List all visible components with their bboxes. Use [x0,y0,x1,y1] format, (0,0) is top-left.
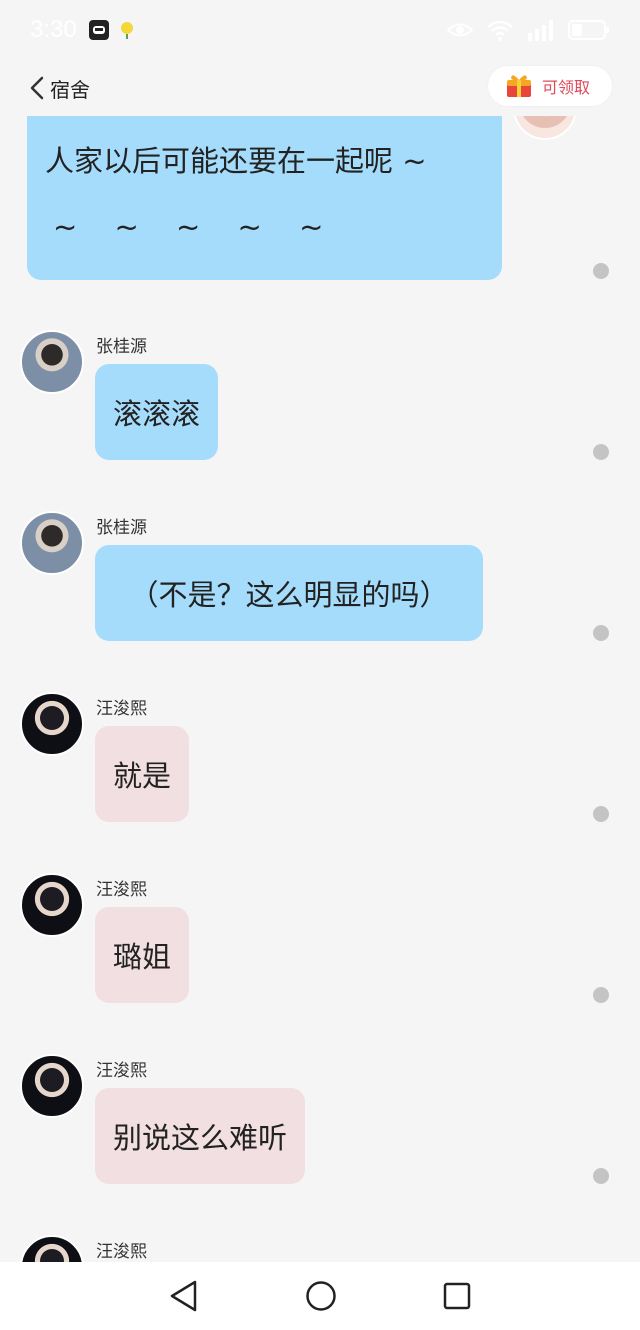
read-status-dot [593,987,609,1003]
nav-recents-icon[interactable] [443,1282,471,1310]
chevron-left-icon [30,76,44,100]
message-text: 人家以后可能还要在一起呢 ~ [45,144,427,178]
eye-icon [446,23,474,37]
reward-label: 可领取 [542,78,591,97]
reward-button[interactable]: 可领取 [488,66,612,106]
message-text: （不是？这么明显的吗） [129,578,449,612]
sender-name: 汪浚熙 [96,1242,147,1262]
read-status-dot [593,1168,609,1184]
message-text: 滚滚滚 [113,397,201,431]
sender-name: 张桂源 [96,337,147,357]
message-bubble[interactable]: 璐姐 [95,907,190,1003]
system-navigation-bar [0,1262,640,1330]
status-indicators [446,19,610,41]
nav-back-icon[interactable] [169,1280,199,1312]
nav-home-icon[interactable] [305,1280,337,1312]
message-text: ~ ~ ~ ~ ~ [53,210,338,244]
avatar[interactable] [20,330,84,394]
message-bubble[interactable]: 别说这么难听 [95,1088,306,1184]
read-status-dot [593,444,609,460]
sender-name: 汪浚熙 [96,1061,147,1081]
avatar[interactable] [20,1054,84,1118]
message-bubble[interactable]: 人家以后可能还要在一起呢 ~ ~ ~ ~ ~ ~ [27,116,502,280]
message-bubble[interactable]: （不是？这么明显的吗） [95,545,483,641]
status-time: 3:30 [30,16,77,43]
message-bubble[interactable]: 滚滚滚 [95,364,219,460]
sender-name: 汪浚熙 [96,699,147,719]
wifi-icon [487,20,513,41]
message-bubble[interactable]: 就是 [95,726,190,822]
avatar[interactable] [20,873,84,937]
read-status-dot [593,263,609,279]
lottery-notification-icon [117,20,137,40]
message-text: 别说这么难听 [113,1121,288,1155]
avatar[interactable] [20,692,84,756]
sender-name: 张桂源 [96,518,147,538]
chat-header: 宿舍 可领取 [0,60,640,116]
signal-icon [528,20,553,41]
avatar[interactable] [513,116,577,140]
read-status-dot [593,806,609,822]
message-text: 就是 [113,759,172,793]
status-bar: 3:30 [0,0,640,60]
chat-title: 宿舍 [50,77,90,102]
avatar[interactable] [20,1235,84,1262]
read-status-dot [593,625,609,641]
app-notification-icon [88,20,109,40]
battery-icon [568,20,609,40]
back-button[interactable]: 宿舍 [30,74,90,103]
sender-name: 汪浚熙 [96,880,147,900]
avatar[interactable] [20,511,84,575]
gift-icon [507,75,531,97]
message-text: 璐姐 [113,940,172,974]
chat-message-list[interactable]: 人家以后可能还要在一起呢 ~ ~ ~ ~ ~ ~ 张桂源 滚滚滚 张桂源 （不是… [0,116,640,1262]
